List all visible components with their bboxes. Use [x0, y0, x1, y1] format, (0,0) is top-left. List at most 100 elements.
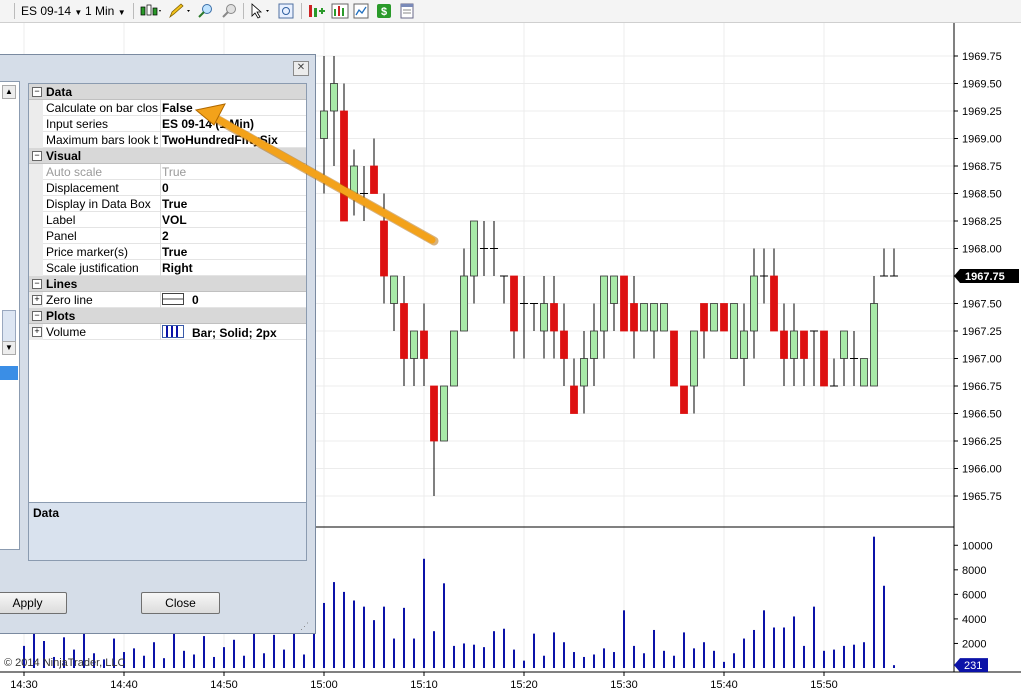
- category-visual[interactable]: − Visual: [29, 148, 306, 164]
- last-price-marker: 1967.75: [954, 269, 1019, 283]
- column-divider: [160, 116, 161, 132]
- price-tick-label: 1965.75: [962, 491, 1002, 503]
- property-name: Input series: [46, 117, 109, 131]
- row-gutter: [29, 100, 43, 116]
- property-value[interactable]: True: [162, 165, 304, 179]
- category-data[interactable]: − Data: [29, 84, 306, 100]
- data-box-icon[interactable]: [278, 3, 294, 19]
- pointer-icon[interactable]: [249, 3, 273, 19]
- down-candle: [780, 330, 788, 359]
- category-lines[interactable]: − Lines: [29, 276, 306, 292]
- property-value[interactable]: 2: [162, 229, 304, 243]
- property-name: Scale justification: [46, 261, 139, 275]
- row-gutter: [29, 228, 43, 244]
- column-divider: [160, 244, 161, 260]
- scrollbar-thumb[interactable]: [2, 310, 16, 342]
- collapse-icon[interactable]: −: [32, 87, 42, 97]
- category-plots[interactable]: − Plots: [29, 308, 306, 324]
- expand-icon[interactable]: +: [32, 295, 42, 305]
- dollar-icon[interactable]: $: [376, 3, 392, 19]
- strategies-icon[interactable]: [307, 3, 327, 19]
- up-candle: [790, 330, 798, 359]
- price-tick-label: 1969.00: [962, 134, 1002, 146]
- indicator-list[interactable]: ▲ ▼: [0, 81, 20, 550]
- zoom-out-icon[interactable]: [221, 3, 237, 19]
- pencil-icon[interactable]: [168, 3, 192, 19]
- up-candle: [470, 220, 478, 277]
- volume-bar: [653, 629, 655, 668]
- volume-bar: [333, 582, 335, 668]
- property-row[interactable]: Scale justification Right: [29, 260, 306, 276]
- property-row[interactable]: Price marker(s) True: [29, 244, 306, 260]
- volume-bar: [553, 632, 555, 668]
- down-candle: [720, 303, 728, 332]
- property-row[interactable]: Auto scale True: [29, 164, 306, 180]
- volume-bar: [323, 602, 325, 668]
- chart-style-icon[interactable]: [140, 3, 162, 19]
- property-row[interactable]: Label VOL: [29, 212, 306, 228]
- volume-bar: [733, 653, 735, 668]
- property-value[interactable]: Bar; Solid; 2px: [162, 325, 304, 340]
- close-icon[interactable]: ✕: [293, 61, 309, 76]
- scroll-down-icon[interactable]: ▼: [2, 341, 16, 355]
- apply-button[interactable]: Apply: [0, 592, 67, 614]
- up-candle: [410, 330, 418, 359]
- collapse-icon[interactable]: −: [32, 279, 42, 289]
- column-divider: [160, 324, 161, 340]
- selected-indicator-item[interactable]: [0, 366, 18, 380]
- property-row[interactable]: + Zero line 0: [29, 292, 306, 308]
- down-candle: [570, 385, 578, 414]
- property-value[interactable]: Right: [162, 261, 304, 275]
- row-gutter: [29, 116, 43, 132]
- line-chart-icon[interactable]: [353, 3, 369, 19]
- property-value[interactable]: 0: [162, 293, 304, 307]
- property-value-text: True: [162, 197, 188, 211]
- property-value[interactable]: 0: [162, 181, 304, 195]
- row-gutter: [29, 164, 43, 180]
- resize-grip-icon[interactable]: ⋰: [300, 620, 312, 632]
- price-tick-label: 1968.00: [962, 244, 1002, 256]
- zoom-in-icon[interactable]: [197, 3, 213, 19]
- up-candle: [440, 385, 448, 442]
- price-tick-label: 1966.50: [962, 409, 1002, 421]
- time-tick-label: 14:30: [10, 679, 38, 691]
- property-value[interactable]: ES 09-14 (1 Min): [162, 117, 304, 131]
- property-row[interactable]: + Volume Bar; Solid; 2px: [29, 324, 306, 340]
- property-value[interactable]: False: [162, 101, 304, 115]
- expand-icon[interactable]: +: [32, 327, 42, 337]
- scroll-up-icon[interactable]: ▲: [2, 85, 16, 99]
- property-description: Data: [28, 502, 307, 561]
- property-row[interactable]: Calculate on bar close False: [29, 100, 306, 116]
- down-candle: [510, 275, 518, 332]
- properties-icon[interactable]: [399, 3, 415, 19]
- volume-bar: [343, 591, 345, 668]
- time-tick-label: 15:20: [510, 679, 538, 691]
- down-candle: [430, 385, 438, 442]
- volume-bar: [303, 654, 305, 668]
- property-value[interactable]: VOL: [162, 213, 304, 227]
- close-button[interactable]: Close: [141, 592, 220, 614]
- collapse-icon[interactable]: −: [32, 151, 42, 161]
- volume-bar: [233, 639, 235, 668]
- down-candle: [560, 330, 568, 359]
- property-value[interactable]: TwoHundredFiftySix: [162, 133, 304, 147]
- time-tick-label: 15:30: [610, 679, 638, 691]
- property-row[interactable]: Displacement 0: [29, 180, 306, 196]
- last-volume-marker: 231: [954, 658, 988, 673]
- property-value[interactable]: True: [162, 197, 304, 211]
- property-value[interactable]: True: [162, 245, 304, 259]
- property-value-text: Right: [162, 261, 193, 275]
- property-value-text: False: [162, 101, 193, 115]
- property-row[interactable]: Panel 2: [29, 228, 306, 244]
- indicators-icon[interactable]: [331, 3, 349, 19]
- collapse-icon[interactable]: −: [32, 311, 42, 321]
- interval-selector[interactable]: 1 Min ▼: [85, 3, 126, 19]
- property-row[interactable]: Input series ES 09-14 (1 Min): [29, 116, 306, 132]
- down-candle: [820, 330, 828, 387]
- instrument-selector[interactable]: ES 09-14 ▼: [21, 3, 82, 19]
- property-grid[interactable]: − Data Calculate on bar close False Input se…: [28, 83, 307, 552]
- down-candle: [700, 303, 708, 332]
- up-candle: [580, 358, 588, 387]
- property-row[interactable]: Display in Data Box True: [29, 196, 306, 212]
- property-row[interactable]: Maximum bars look back TwoHundredFiftySix: [29, 132, 306, 148]
